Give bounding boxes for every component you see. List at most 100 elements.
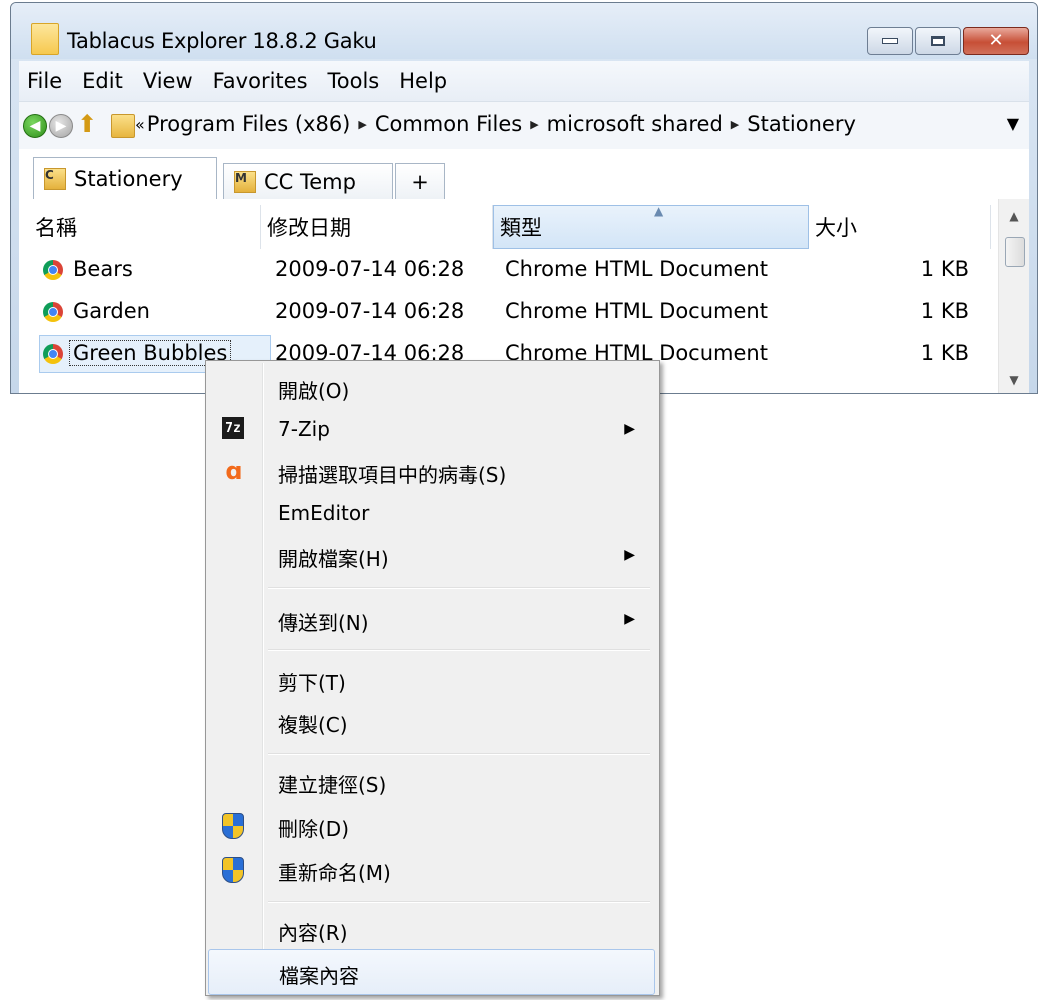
close-icon: ✕: [988, 30, 1004, 51]
avast-icon: ɑ: [225, 457, 243, 485]
table-row[interactable]: Garden 2009-07-14 06:28 Chrome HTML Docu…: [19, 293, 989, 331]
scroll-thumb[interactable]: [1005, 237, 1025, 267]
forward-button[interactable]: ▶: [49, 114, 73, 138]
menu-separator: [268, 753, 650, 755]
folder-tab-icon: C: [44, 167, 66, 190]
breadcrumb-common-files[interactable]: Common Files: [375, 112, 522, 136]
breadcrumb-stationery[interactable]: Stationery: [747, 112, 856, 136]
menu-item-label: 內容(R): [278, 921, 348, 945]
chrome-html-icon: [43, 302, 63, 322]
menu-item-label: 重新命名(M): [278, 861, 391, 885]
up-arrow-icon: ⬆: [77, 110, 98, 138]
caption-buttons: ✕: [867, 27, 1029, 55]
menu-item-emeditor[interactable]: EmEditor: [208, 491, 655, 537]
back-button[interactable]: ◀: [23, 114, 47, 138]
file-size: 1 KB: [920, 299, 969, 323]
address-dropdown-icon[interactable]: ▼: [1007, 114, 1019, 133]
menu-item-label: 刪除(D): [278, 817, 350, 841]
breadcrumb-microsoft-shared[interactable]: microsoft shared: [547, 112, 723, 136]
menu-item-label: 掃描選取項目中的病毒(S): [278, 463, 507, 487]
vertical-scrollbar[interactable]: ▲ ▼: [998, 199, 1029, 393]
menu-item-open-with[interactable]: 開啟檔案(H) ▶: [208, 533, 655, 579]
menu-separator: [268, 649, 650, 651]
table-row[interactable]: Bears 2009-07-14 06:28 Chrome HTML Docum…: [19, 251, 989, 289]
tab-stationery[interactable]: C Stationery: [33, 157, 217, 199]
menu-item-scan-virus[interactable]: ɑ 掃描選取項目中的病毒(S): [208, 449, 655, 495]
breadcrumb-overflow[interactable]: «: [135, 115, 145, 134]
uac-shield-icon: [222, 813, 244, 839]
menu-item-label: 複製(C): [278, 713, 348, 737]
sort-ascending-icon: ▲: [654, 204, 664, 218]
breadcrumb-separator-icon[interactable]: ▶: [530, 118, 538, 131]
tab-label: Stationery: [74, 166, 183, 191]
menu-item-properties[interactable]: 內容(R): [208, 907, 655, 953]
menu-item-label: 開啟檔案(H): [278, 547, 389, 571]
maximize-button[interactable]: [915, 27, 961, 55]
window-body: File Edit View Favorites Tools Help ◀ ▶ …: [19, 61, 1029, 393]
file-date: 2009-07-14 06:28: [275, 257, 465, 281]
menu-favorites[interactable]: Favorites: [211, 67, 310, 95]
minimize-icon: [882, 38, 898, 44]
minimize-button[interactable]: [867, 27, 913, 55]
uac-shield-icon: [222, 857, 244, 883]
menu-item-send-to[interactable]: 傳送到(N) ▶: [208, 597, 655, 643]
menu-item-create-shortcut[interactable]: 建立捷徑(S): [208, 759, 655, 805]
file-date: 2009-07-14 06:28: [275, 299, 465, 323]
menu-item-label: 7-Zip: [278, 417, 330, 441]
file-name: Bears: [73, 257, 133, 281]
submenu-arrow-icon: ▶: [624, 547, 635, 563]
menu-item-copy[interactable]: 複製(C): [208, 699, 655, 745]
file-type: Chrome HTML Document: [505, 257, 768, 281]
submenu-arrow-icon: ▶: [624, 421, 635, 437]
column-header-name[interactable]: 名稱: [29, 205, 261, 249]
chrome-html-icon: [43, 344, 63, 364]
menu-item-7zip[interactable]: 7z 7-Zip ▶: [208, 407, 655, 453]
forward-arrow-icon: ▶: [55, 118, 67, 134]
address-bar: ◀ ▶ ⬆ « Program Files (x86) ▶ Common Fil…: [19, 101, 1029, 149]
menu-view[interactable]: View: [141, 67, 195, 95]
menu-item-label: 開啟(O): [278, 379, 350, 403]
menu-item-label: 傳送到(N): [278, 611, 369, 635]
menu-item-label: 建立捷徑(S): [278, 773, 387, 797]
menu-edit[interactable]: Edit: [80, 67, 125, 95]
menu-item-open[interactable]: 開啟(O): [208, 365, 655, 411]
menu-help[interactable]: Help: [397, 67, 449, 95]
menu-item-file-properties[interactable]: 檔案內容: [208, 949, 655, 995]
tab-label: CC Temp: [264, 169, 356, 194]
file-name: Garden: [73, 299, 150, 323]
file-size: 1 KB: [920, 341, 969, 365]
context-menu: 開啟(O) 7z 7-Zip ▶ ɑ 掃描選取項目中的病毒(S) EmEdito…: [205, 360, 660, 996]
file-size: 1 KB: [920, 257, 969, 281]
up-folder-button[interactable]: ⬆: [77, 110, 97, 138]
menu-item-cut[interactable]: 剪下(T): [208, 657, 655, 703]
file-type: Chrome HTML Document: [505, 299, 768, 323]
column-header-label: 名稱: [35, 216, 77, 240]
menu-item-label: EmEditor: [278, 501, 370, 525]
menu-item-label: 剪下(T): [278, 671, 346, 695]
column-header-type[interactable]: ▲ 類型: [493, 204, 809, 249]
column-header-size[interactable]: 大小: [809, 205, 991, 249]
breadcrumb-program-files[interactable]: Program Files (x86): [147, 112, 351, 136]
menu-item-rename[interactable]: 重新命名(M): [208, 847, 655, 893]
back-arrow-icon: ◀: [29, 118, 41, 134]
breadcrumb-separator-icon[interactable]: ▶: [731, 118, 739, 131]
scroll-up-icon[interactable]: ▲: [999, 209, 1029, 223]
column-header-label: 大小: [815, 216, 857, 240]
menu-separator: [268, 901, 650, 903]
close-button[interactable]: ✕: [963, 27, 1029, 55]
tab-cc-temp[interactable]: M CC Temp: [223, 163, 393, 199]
title-bar[interactable]: Tablacus Explorer 18.8.2 Gaku ✕: [11, 3, 1037, 59]
breadcrumb-separator-icon[interactable]: ▶: [358, 118, 366, 131]
folder-app-icon: [31, 23, 59, 55]
column-headers: 名稱 修改日期 ▲ 類型 大小: [19, 204, 1029, 249]
submenu-arrow-icon: ▶: [624, 611, 635, 627]
menu-file[interactable]: File: [25, 67, 64, 95]
7zip-icon: 7z: [222, 417, 244, 439]
menu-tools[interactable]: Tools: [326, 67, 382, 95]
address-folder-icon: [111, 114, 135, 138]
scroll-down-icon[interactable]: ▼: [999, 373, 1029, 387]
breadcrumb: « Program Files (x86) ▶ Common Files ▶ m…: [135, 112, 856, 136]
column-header-date[interactable]: 修改日期: [261, 205, 493, 249]
new-tab-button[interactable]: +: [395, 163, 445, 199]
menu-item-delete[interactable]: 刪除(D): [208, 803, 655, 849]
